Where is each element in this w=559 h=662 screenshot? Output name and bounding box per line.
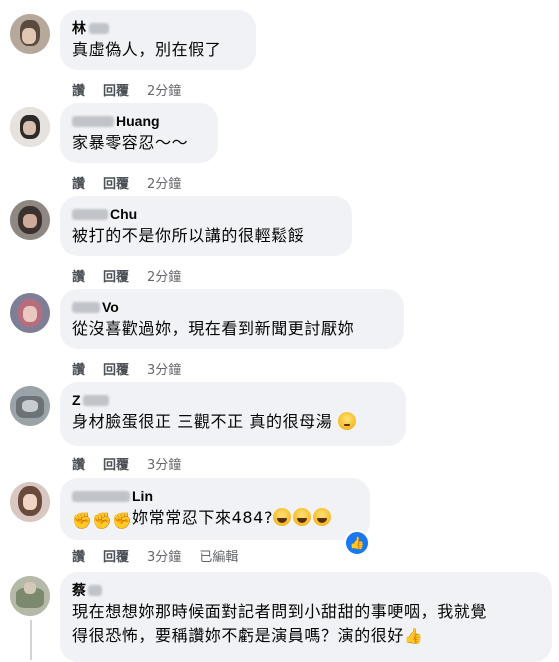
oncoming-fist-emoji: ✊: [92, 511, 113, 530]
comment-actions: 讚 回覆 2分鐘: [72, 173, 199, 192]
like-button[interactable]: 讚: [72, 173, 85, 192]
comment-actions: 讚 回覆 2分鐘: [72, 80, 199, 99]
like-button[interactable]: 讚: [72, 359, 85, 378]
commenter-name[interactable]: 林: [72, 18, 86, 38]
commenter-name[interactable]: 蔡: [72, 580, 86, 600]
comment-text-line: 現在想想妳那時候面對記者問到小甜甜的事哽咽，我就覺: [72, 602, 488, 621]
timestamp[interactable]: 3分鐘: [147, 359, 181, 378]
timestamp[interactable]: 3分鐘: [147, 454, 181, 473]
comment-text: 家暴零容忍～～: [72, 133, 189, 152]
grinning-tears-emoji: [313, 508, 332, 526]
oncoming-fist-emoji: ✊: [72, 511, 93, 530]
timestamp[interactable]: 3分鐘: [147, 546, 181, 565]
commenter-name[interactable]: Lin: [132, 488, 153, 504]
comment-bubble: Z 身材臉蛋很正 三觀不正 真的很母湯: [60, 382, 406, 446]
like-button[interactable]: 讚: [72, 80, 85, 99]
oncoming-fist-emoji: ✊: [112, 511, 133, 530]
comment-bubble: Chu 被打的不是你所以講的很輕鬆餒: [60, 196, 352, 256]
like-button[interactable]: 讚: [72, 546, 85, 565]
comment-text: 身材臉蛋很正 三觀不正 真的很母湯: [72, 410, 394, 434]
comment-text-line: 得很恐怖，要稱讚妳不虧是演員嗎？演的很好👍: [72, 624, 540, 648]
comment-actions: 讚 回覆 3分鐘 已編輯: [72, 546, 256, 565]
timestamp[interactable]: 2分鐘: [147, 266, 181, 285]
comment-text: ✊✊✊妳常常忍下來484?: [72, 506, 358, 530]
avatar[interactable]: [10, 386, 50, 426]
avatar[interactable]: [10, 576, 50, 616]
comment-text: 從沒喜歡過妳，現在看到新聞更討厭妳: [72, 319, 355, 338]
comment-actions: 讚 回覆 3分鐘: [72, 359, 199, 378]
grinning-tears-emoji: [273, 508, 292, 526]
reply-button[interactable]: 回覆: [103, 359, 129, 378]
grinning-tears-emoji: [293, 508, 312, 526]
comment-text-body: 得很恐怖，要稱讚妳不虧是演員嗎？演的很好: [72, 626, 405, 645]
avatar[interactable]: [10, 107, 50, 147]
comment-text: 被打的不是你所以講的很輕鬆餒: [72, 226, 305, 245]
rolling-eyes-emoji: [338, 412, 357, 430]
commenter-name[interactable]: Huang: [116, 113, 160, 129]
comment-bubble: Lin ✊✊✊妳常常忍下來484?: [60, 478, 370, 540]
comment-text-body: 身材臉蛋很正 三觀不正 真的很母湯: [72, 412, 333, 431]
comment-text: 真虛偽人，別在假了: [72, 40, 222, 59]
avatar[interactable]: [10, 293, 50, 333]
comment-text: 現在想想妳那時候面對記者問到小甜甜的事哽咽，我就覺 得很恐怖，要稱讚妳不虧是演員…: [72, 600, 540, 648]
thread-line: [30, 620, 32, 660]
edited-label: 已編輯: [199, 550, 239, 565]
comment-bubble: 蔡 現在想想妳那時候面對記者問到小甜甜的事哽咽，我就覺 得很恐怖，要稱讚妳不虧是…: [60, 572, 552, 662]
comment-bubble: 林 真虛偽人，別在假了: [60, 10, 256, 70]
commenter-name[interactable]: Chu: [110, 206, 137, 222]
like-button[interactable]: 讚: [72, 454, 85, 473]
reply-button[interactable]: 回覆: [103, 173, 129, 192]
comment-bubble: Vo 從沒喜歡過妳，現在看到新聞更討厭妳: [60, 289, 404, 349]
timestamp[interactable]: 2分鐘: [147, 173, 181, 192]
like-button[interactable]: 讚: [72, 266, 85, 285]
reply-button[interactable]: 回覆: [103, 546, 129, 565]
commenter-name[interactable]: Z: [72, 392, 81, 408]
comment-actions: 讚 回覆 2分鐘: [72, 266, 199, 285]
comment-bubble: Huang 家暴零容忍～～: [60, 103, 218, 163]
reply-button[interactable]: 回覆: [103, 454, 129, 473]
reply-button[interactable]: 回覆: [103, 266, 129, 285]
avatar[interactable]: [10, 200, 50, 240]
commenter-name[interactable]: Vo: [102, 299, 119, 315]
comment-text-body: 妳常常忍下來484?: [132, 508, 274, 527]
reply-button[interactable]: 回覆: [103, 80, 129, 99]
avatar[interactable]: [10, 14, 50, 54]
comment-actions: 讚 回覆 3分鐘: [72, 454, 199, 473]
timestamp[interactable]: 2分鐘: [147, 80, 181, 99]
avatar[interactable]: [10, 482, 50, 522]
thumbs-up-emoji: 👍: [404, 627, 424, 645]
thumbs-up-badge[interactable]: 👍: [344, 530, 370, 556]
